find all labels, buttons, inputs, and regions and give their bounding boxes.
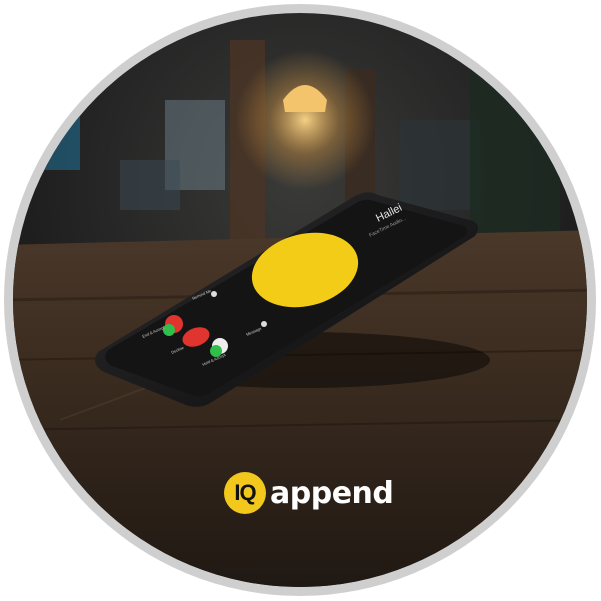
logo-word: append [270,475,394,511]
message-icon [261,321,267,327]
remind-icon [211,291,217,297]
logo-mark: IQ [224,472,266,514]
brand-logo: IQ append [224,472,394,514]
photo-frame: Hallei FaceTime Audio... Remind Me Messa… [0,0,601,601]
lamp-glow [235,50,375,190]
